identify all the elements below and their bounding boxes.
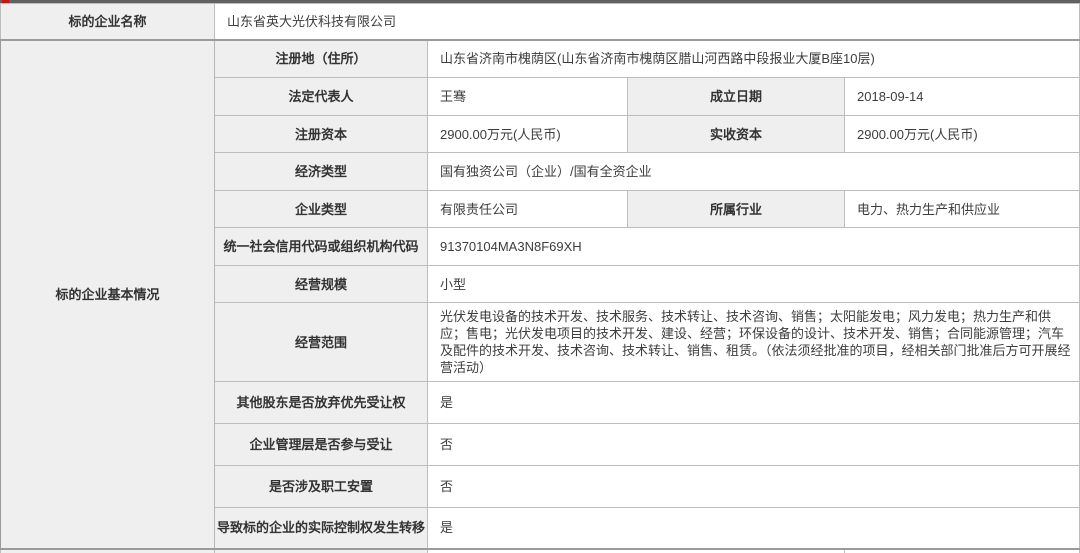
industry-label: 所属行业 <box>628 191 845 228</box>
basic-info-section-label: 标的企业基本情况 <box>1 40 215 549</box>
business-scale-label: 经营规模 <box>215 266 428 303</box>
next-section-value-cell <box>428 549 845 553</box>
employee-resettlement-value: 否 <box>428 466 1080 508</box>
business-scope-value: 光伏发电设备的技术开发、技术服务、技术转让、技术咨询、销售；太阳能发电；风力发电… <box>428 303 1080 382</box>
company-info-table: 标的企业名称 山东省英大光伏科技有限公司 标的企业基本情况 注册地（住所） 山东… <box>0 3 1080 553</box>
paid-in-capital-label: 实收资本 <box>628 116 845 153</box>
waive-preemptive-right-label: 其他股东是否放弃优先受让权 <box>215 382 428 424</box>
employee-resettlement-label: 是否涉及职工安置 <box>215 466 428 508</box>
next-section-value-cell-2 <box>845 549 1080 553</box>
next-section-row <box>1 549 1080 553</box>
row-target-name: 标的企业名称 山东省英大光伏科技有限公司 <box>1 4 1080 40</box>
company-info-document: 标的企业名称 山东省英大光伏科技有限公司 标的企业基本情况 注册地（住所） 山东… <box>0 0 1080 553</box>
establish-date-value: 2018-09-14 <box>845 78 1080 116</box>
registered-capital-value: 2900.00万元(人民币) <box>428 116 628 153</box>
industry-value: 电力、热力生产和供应业 <box>845 191 1080 228</box>
next-section-label-cell <box>215 549 428 553</box>
registered-address-label: 注册地（住所） <box>215 40 428 78</box>
management-participation-value: 否 <box>428 424 1080 466</box>
economic-type-label: 经济类型 <box>215 153 428 191</box>
business-scale-value: 小型 <box>428 266 1080 303</box>
paid-in-capital-value: 2900.00万元(人民币) <box>845 116 1080 153</box>
enterprise-type-label: 企业类型 <box>215 191 428 228</box>
target-name-value: 山东省英大光伏科技有限公司 <box>215 4 1080 40</box>
row-registered-address: 标的企业基本情况 注册地（住所） 山东省济南市槐荫区(山东省济南市槐荫区腊山河西… <box>1 40 1080 78</box>
waive-preemptive-right-value: 是 <box>428 382 1080 424</box>
credit-code-value: 91370104MA3N8F69XH <box>428 228 1080 266</box>
target-name-label: 标的企业名称 <box>1 4 215 40</box>
business-scope-label: 经营范围 <box>215 303 428 382</box>
actual-control-transfer-label: 导致标的企业的实际控制权发生转移 <box>215 508 428 549</box>
registered-capital-label: 注册资本 <box>215 116 428 153</box>
registered-address-value: 山东省济南市槐荫区(山东省济南市槐荫区腊山河西路中段报业大厦B座10层) <box>428 40 1080 78</box>
legal-representative-value: 王骞 <box>428 78 628 116</box>
enterprise-type-value: 有限责任公司 <box>428 191 628 228</box>
next-section-left-cell <box>1 549 215 553</box>
economic-type-value: 国有独资公司（企业）/国有全资企业 <box>428 153 1080 191</box>
credit-code-label: 统一社会信用代码或组织机构代码 <box>215 228 428 266</box>
legal-representative-label: 法定代表人 <box>215 78 428 116</box>
management-participation-label: 企业管理层是否参与受让 <box>215 424 428 466</box>
establish-date-label: 成立日期 <box>628 78 845 116</box>
actual-control-transfer-value: 是 <box>428 508 1080 549</box>
